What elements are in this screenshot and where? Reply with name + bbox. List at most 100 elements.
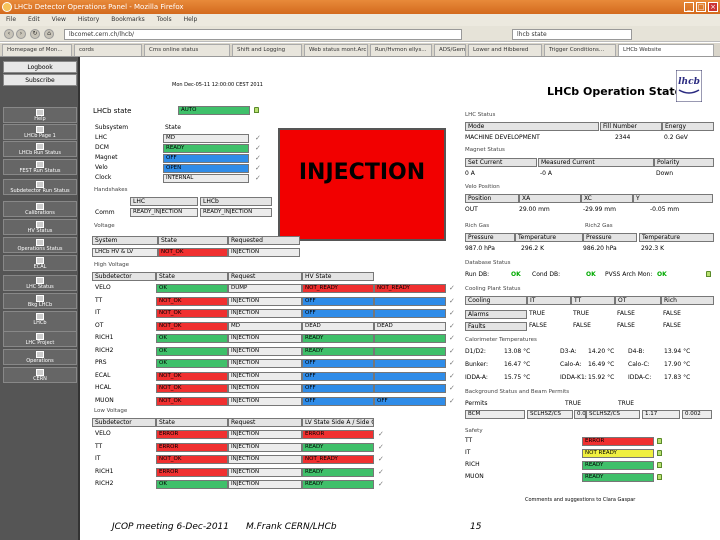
minimize-button[interactable]: _ [684, 2, 694, 12]
tab-1[interactable]: Homepage of Mon... [2, 44, 72, 56]
sidebar-item-cern[interactable]: CERN [3, 367, 77, 383]
cooling-cell: TRUE [573, 310, 590, 317]
home-icon[interactable]: ⌂ [44, 29, 54, 39]
tab-3[interactable]: Cms online status [144, 44, 230, 56]
sidebar-item-lhcb[interactable]: LHCb [3, 311, 77, 333]
hv-state: NOT_OK [156, 371, 228, 381]
check-icon[interactable]: ✓ [255, 144, 261, 152]
temp-cell: 17.90 °C [664, 361, 691, 368]
lock-icon[interactable] [657, 462, 662, 468]
cooling-header: Rich [661, 296, 714, 305]
check-icon[interactable]: ✓ [449, 397, 455, 405]
tab-2[interactable]: cords [74, 44, 142, 56]
hv-header: HV State [302, 272, 374, 281]
menu-tools[interactable]: Tools [157, 16, 172, 23]
sidebar-item-hv-status[interactable]: HV Status [3, 219, 77, 235]
sidebar-item-operations[interactable]: Operations [3, 349, 77, 365]
subsystem-name: LHC [95, 134, 108, 141]
sidebar-item-ecal[interactable]: ECAL [3, 255, 77, 271]
velo-header: XC [581, 194, 633, 203]
subscribe-button[interactable]: Subscribe [3, 74, 77, 86]
tab-8[interactable]: Lower and Hibbered [468, 44, 542, 56]
tab-5[interactable]: Web status mont.Arc [304, 44, 368, 56]
check-icon[interactable]: ✓ [255, 134, 261, 142]
back-icon[interactable]: ‹ [4, 29, 14, 39]
hv-state-c [374, 309, 446, 318]
check-icon[interactable]: ✓ [378, 455, 384, 463]
lock-icon[interactable] [657, 450, 662, 456]
maximize-button[interactable]: □ [696, 2, 706, 12]
lhcb-logo: lhcb [676, 70, 702, 102]
sidebar-item-operations-status[interactable]: Operations Status [3, 237, 77, 253]
tab-10[interactable]: LHCb Website [618, 44, 714, 56]
lv-request: INJECTION [228, 455, 302, 464]
check-icon[interactable]: ✓ [378, 468, 384, 476]
hv-state: NOT_OK [156, 321, 228, 331]
check-icon[interactable]: ✓ [449, 359, 455, 367]
sidebar-item-calibrations[interactable]: Calibrations [3, 201, 77, 217]
sidebar-item-lhcb-run-status[interactable]: LHCb Run Status [3, 141, 77, 157]
subsystem-name: Clock [95, 174, 112, 181]
check-icon[interactable]: ✓ [449, 347, 455, 355]
menu-view[interactable]: View [52, 16, 66, 23]
sidebar-item-lhc-status[interactable]: LHC Status [3, 275, 77, 291]
check-icon[interactable]: ✓ [255, 154, 261, 162]
hv-request: INJECTION [228, 296, 302, 306]
sidebar-item-lhc-project[interactable]: LHC Project [3, 331, 77, 347]
sidebar-item-fest-run-status[interactable]: FEST Run Status [3, 159, 77, 175]
sidebar-item-label: LHCb Run Status [19, 150, 61, 156]
check-icon[interactable]: ✓ [449, 309, 455, 317]
sidebar-item-help[interactable]: Help [3, 107, 77, 123]
menu-edit[interactable]: Edit [28, 16, 40, 23]
handshake-row-label: Comm [95, 209, 115, 216]
check-icon[interactable]: ✓ [449, 284, 455, 292]
tab-9[interactable]: Trigger Conditions... [544, 44, 616, 56]
sidebar-item-icon [36, 161, 44, 168]
check-icon[interactable]: ✓ [449, 372, 455, 380]
menu-help[interactable]: Help [184, 16, 198, 23]
lock-icon[interactable] [657, 474, 662, 480]
sidebar-item-subdetector-run-status[interactable]: Subdetector Run Status [3, 179, 77, 195]
check-icon[interactable]: ✓ [378, 430, 384, 438]
reload-icon[interactable]: ↻ [30, 29, 40, 39]
check-icon[interactable]: ✓ [378, 443, 384, 451]
sidebar-item-icon [36, 221, 44, 228]
url-bar[interactable]: lbcomet.cern.ch/lhcb/ [64, 29, 462, 40]
lock-icon[interactable] [706, 271, 711, 277]
lv-header: Request [228, 418, 302, 427]
cooling-header: OT [615, 296, 661, 305]
lv-subdetector: IT [95, 455, 101, 462]
hv-header: Request [228, 272, 302, 281]
menu-history[interactable]: History [78, 16, 99, 23]
velo-header: Y [633, 194, 713, 203]
check-icon[interactable]: ✓ [255, 174, 261, 182]
check-icon[interactable]: ✓ [449, 334, 455, 342]
check-icon[interactable]: ✓ [449, 322, 455, 330]
hv-state-a: OFF [302, 371, 374, 381]
voltage-state: NOT_OK [158, 248, 228, 257]
tab-7[interactable]: ADS/Gemini/A [434, 44, 466, 56]
hv-state-a: READY [302, 346, 374, 356]
page-title: LHCb Operation State [547, 85, 683, 98]
temp-cell: IDDA-K1: [560, 374, 587, 381]
lock-icon[interactable] [254, 107, 259, 113]
close-button[interactable]: × [708, 2, 718, 12]
forward-icon[interactable]: › [16, 29, 26, 39]
sidebar-item-lhcb-page-1[interactable]: LHCb Page 1 [3, 124, 77, 140]
logbook-button[interactable]: Logbook [3, 61, 77, 73]
tab-4[interactable]: Shift and Logging [232, 44, 302, 56]
check-icon[interactable]: ✓ [449, 384, 455, 392]
lv-header: State [156, 418, 228, 427]
menu-file[interactable]: File [6, 16, 16, 23]
check-icon[interactable]: ✓ [378, 480, 384, 488]
lhc-fill-header: Fill Number [600, 122, 662, 131]
lhcb-state-label: LHCb state [93, 107, 132, 115]
lock-icon[interactable] [657, 438, 662, 444]
velo-value: -0.05 mm [650, 206, 680, 213]
check-icon[interactable]: ✓ [255, 164, 261, 172]
menu-bookmarks[interactable]: Bookmarks [111, 16, 145, 23]
check-icon[interactable]: ✓ [449, 297, 455, 305]
tab-6[interactable]: Run/Hvmon ellys... [370, 44, 432, 56]
search-input[interactable]: lhcb state [512, 29, 632, 40]
sidebar-item-bkg-lhcb[interactable]: Bkg LHCb [3, 293, 77, 309]
